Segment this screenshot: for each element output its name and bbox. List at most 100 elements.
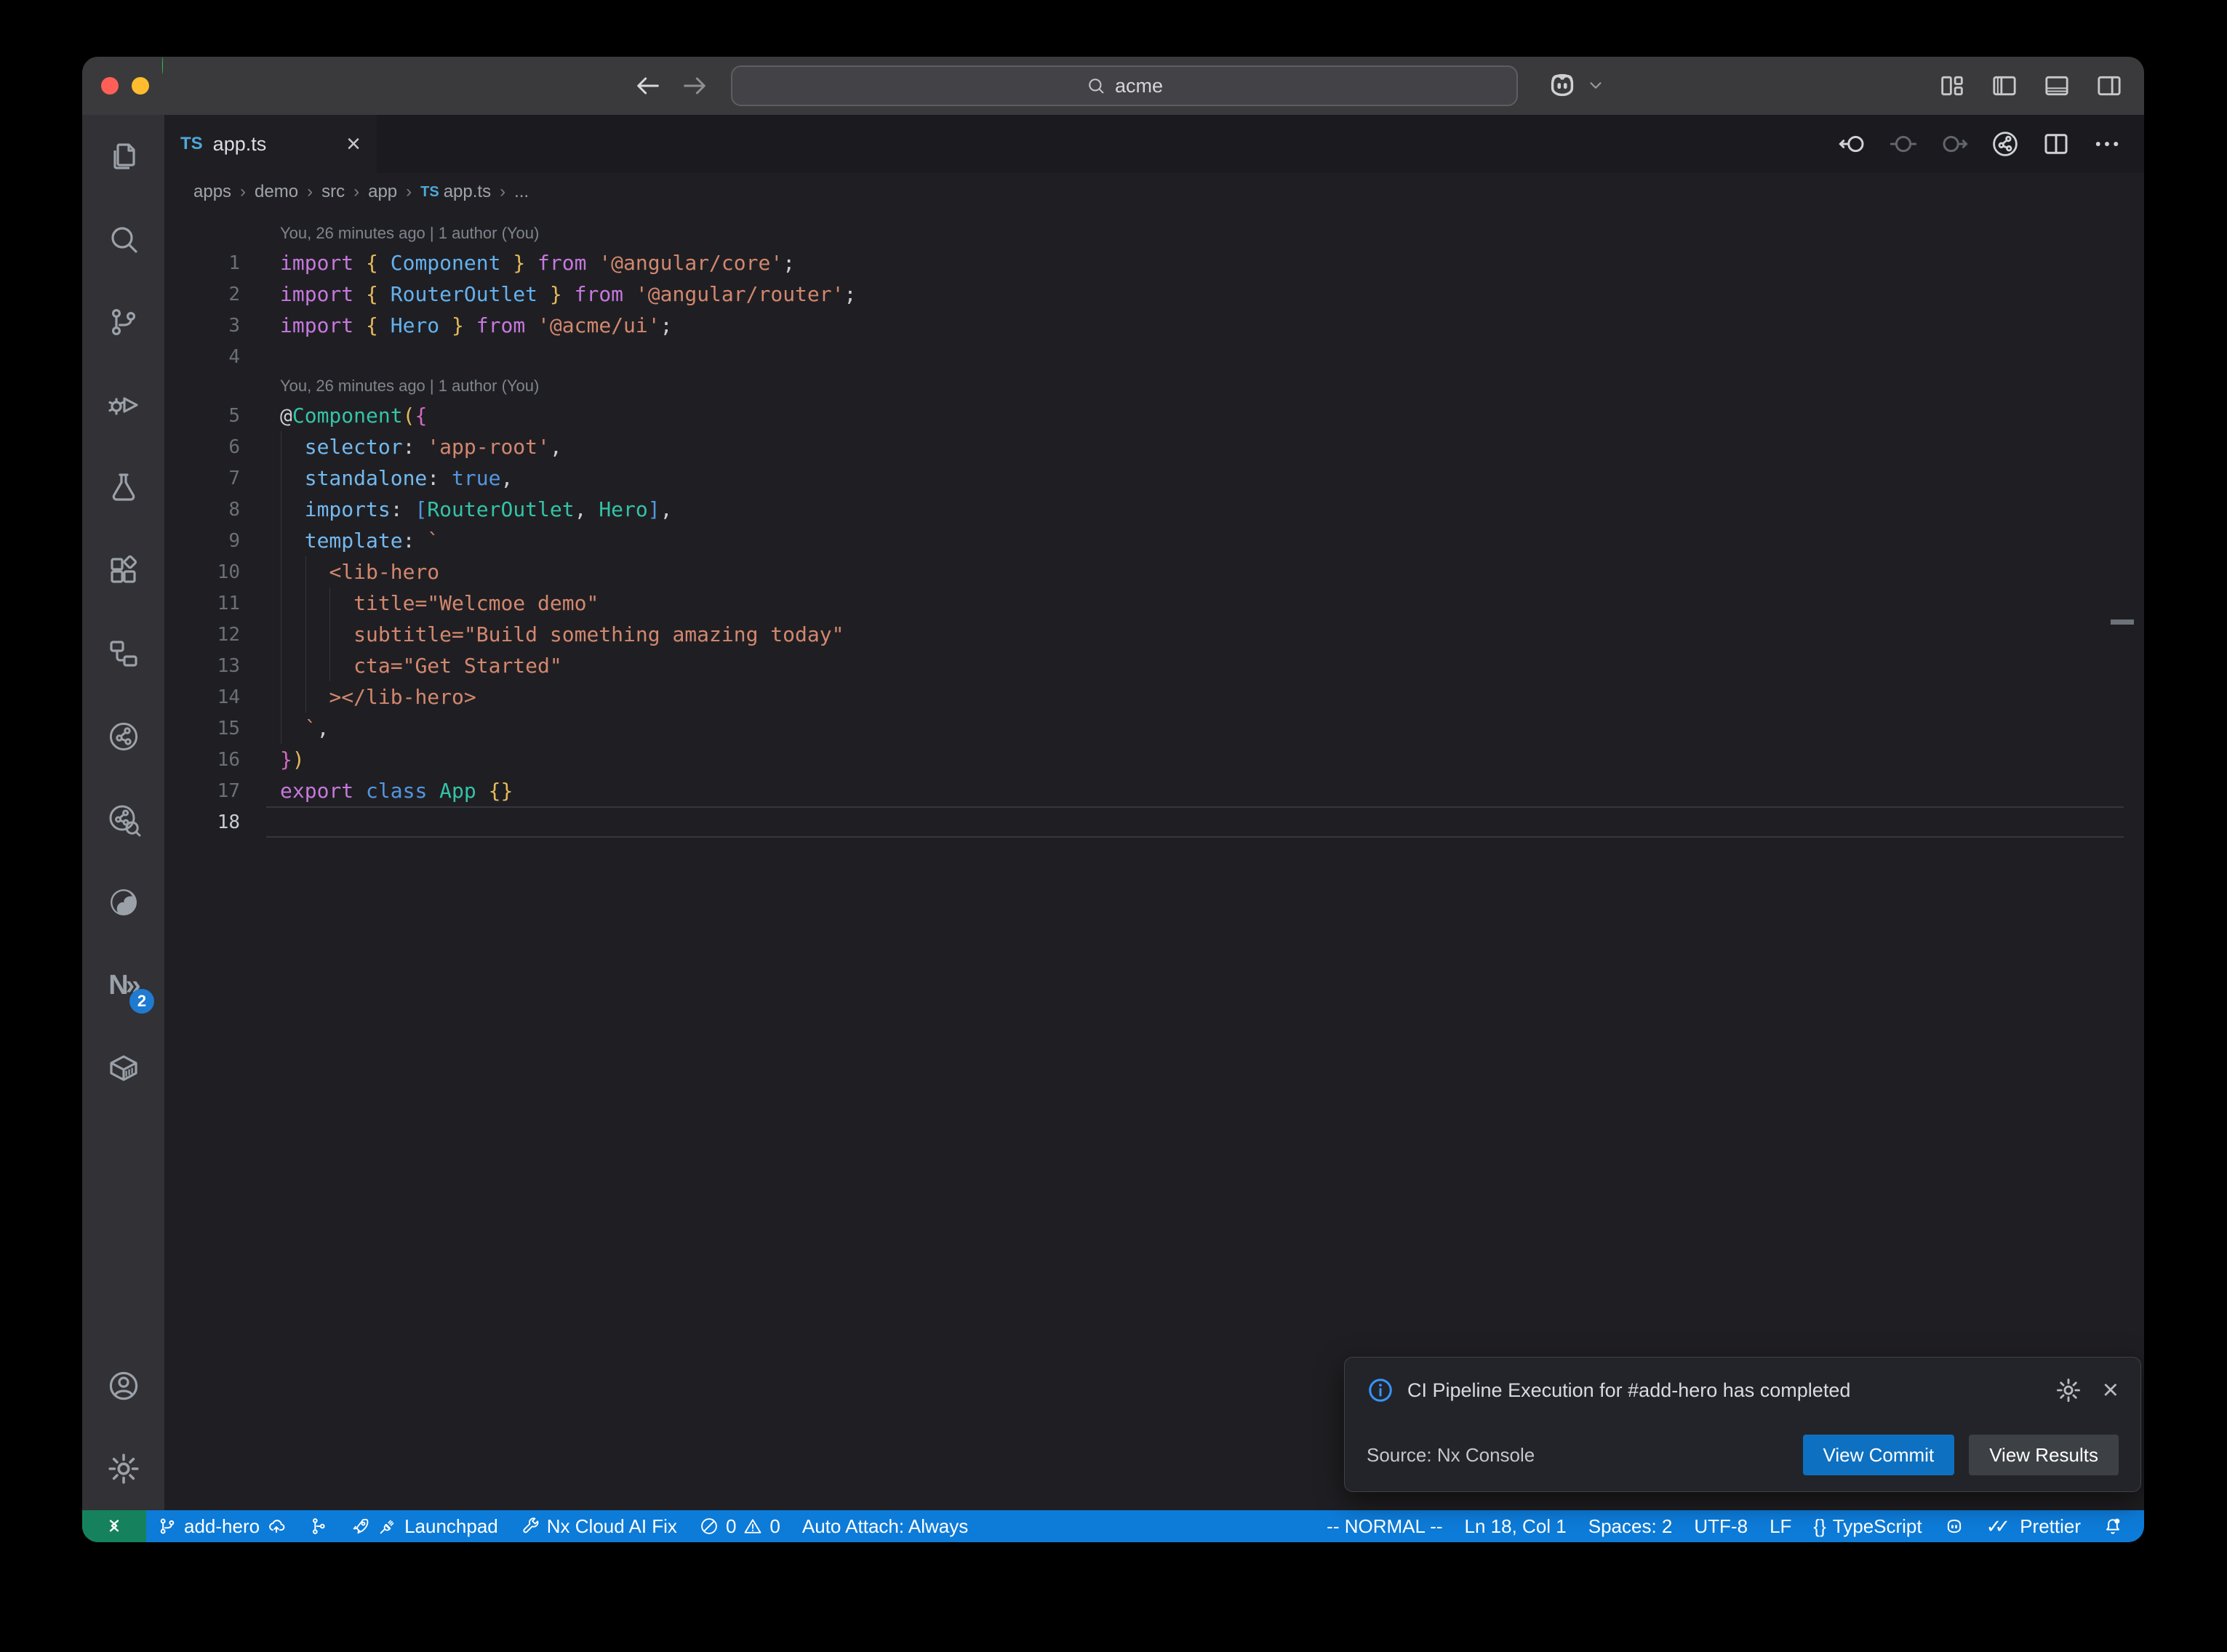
status-problems[interactable]: 0 0: [688, 1510, 791, 1542]
current-change-icon[interactable]: [1888, 129, 1919, 159]
sidebar-item-edge-devtools[interactable]: [82, 861, 164, 944]
navigate-forward-button[interactable]: [680, 71, 709, 100]
status-indentation[interactable]: Spaces: 2: [1578, 1510, 1684, 1542]
bell-icon: [2103, 1516, 2123, 1536]
more-actions-icon[interactable]: [2092, 129, 2122, 159]
command-center-search[interactable]: acme: [731, 65, 1518, 106]
close-window-button[interactable]: [101, 77, 119, 95]
code-line[interactable]: 3import { Hero } from '@acme/ui';: [164, 310, 2144, 341]
code-line[interactable]: 10 <lib-hero: [164, 556, 2144, 588]
breadcrumb-item[interactable]: src: [321, 182, 345, 202]
status-vim-mode[interactable]: -- NORMAL --: [1316, 1510, 1453, 1542]
minimize-window-button[interactable]: [132, 77, 149, 95]
breadcrumb: apps›demo›src›app›TSapp.ts›...: [164, 173, 2144, 211]
status-cursor-position[interactable]: Ln 18, Col 1: [1454, 1510, 1578, 1542]
zoom-window-button[interactable]: [162, 57, 163, 74]
status-notifications[interactable]: [2092, 1510, 2134, 1542]
status-launchpad[interactable]: Launchpad: [340, 1510, 509, 1542]
sidebar-item-testing[interactable]: [82, 446, 164, 529]
sidebar-item-run-debug[interactable]: [82, 364, 164, 446]
sidebar-item-project-graph[interactable]: [82, 695, 164, 778]
sidebar-item-explorer[interactable]: [82, 115, 164, 198]
status-language[interactable]: {} TypeScript: [1802, 1510, 1932, 1542]
warnings-count: 0: [769, 1515, 780, 1538]
remote-indicator[interactable]: [82, 1510, 146, 1542]
breadcrumb-separator: ›: [404, 182, 413, 202]
line-number: 11: [164, 593, 240, 614]
next-change-icon[interactable]: [1939, 129, 1970, 159]
code-line[interactable]: 1import { Component } from '@angular/cor…: [164, 247, 2144, 278]
toggle-primary-sidebar-icon[interactable]: [1990, 71, 2019, 100]
code-line[interactable]: 18: [164, 806, 2144, 838]
nx-graph-icon[interactable]: [1990, 129, 2020, 159]
git-branch-icon: [106, 305, 141, 340]
breadcrumb-item[interactable]: TSapp.ts: [420, 182, 491, 202]
code-line[interactable]: 5@Component({: [164, 400, 2144, 431]
status-copilot[interactable]: [1933, 1510, 1975, 1542]
breadcrumb-item[interactable]: ...: [514, 182, 529, 202]
code-line[interactable]: 14 ></lib-hero>: [164, 681, 2144, 713]
toggle-panel-icon[interactable]: [2042, 71, 2071, 100]
breadcrumb-item[interactable]: demo: [255, 182, 298, 202]
tab-close-icon[interactable]: ×: [346, 132, 361, 156]
sidebar-item-search[interactable]: [82, 198, 164, 281]
split-editor-icon[interactable]: [2041, 129, 2071, 159]
code-line[interactable]: 4: [164, 341, 2144, 372]
sidebar-item-hierarchy[interactable]: [82, 612, 164, 695]
status-scm-sync[interactable]: [297, 1510, 340, 1542]
tab-app-ts[interactable]: TS app.ts ×: [164, 115, 377, 173]
vscode-window: acme: [82, 57, 2144, 1542]
sidebar-item-nx-console[interactable]: N» 2: [82, 944, 164, 1027]
breadcrumb-separator: ›: [239, 182, 247, 202]
copilot-menu-button[interactable]: [1546, 68, 1605, 102]
customize-layout-icon[interactable]: [1938, 71, 1967, 100]
sidebar-item-containers[interactable]: [82, 1027, 164, 1110]
copilot-icon: [1944, 1516, 1964, 1536]
indent-guide: [329, 619, 330, 650]
status-branch[interactable]: add-hero: [146, 1510, 297, 1542]
accounts-button[interactable]: [82, 1344, 164, 1427]
code-line[interactable]: 6 selector: 'app-root',: [164, 431, 2144, 462]
breadcrumb-item[interactable]: apps: [193, 182, 231, 202]
sidebar-item-graph-search[interactable]: [82, 778, 164, 861]
view-results-button[interactable]: View Results: [1969, 1435, 2119, 1475]
code-line[interactable]: 17export class App {}: [164, 775, 2144, 806]
view-commit-button[interactable]: View Commit: [1803, 1435, 1955, 1475]
notification-settings-icon[interactable]: [2055, 1376, 2082, 1404]
settings-button[interactable]: [82, 1427, 164, 1510]
breadcrumb-separator: ›: [498, 182, 507, 202]
code-line[interactable]: 11 title="Welcmoe demo": [164, 588, 2144, 619]
navigate-back-button[interactable]: [633, 71, 663, 100]
code-line[interactable]: 12 subtitle="Build something amazing tod…: [164, 619, 2144, 650]
git-branch-icon: [157, 1516, 177, 1536]
previous-change-icon[interactable]: [1837, 129, 1868, 159]
line-number: 12: [164, 624, 240, 646]
code-line[interactable]: 2import { RouterOutlet } from '@angular/…: [164, 278, 2144, 310]
line-number: 2: [164, 284, 240, 305]
status-eol[interactable]: LF: [1759, 1510, 1802, 1542]
status-encoding[interactable]: UTF-8: [1683, 1510, 1759, 1542]
sidebar-item-extensions[interactable]: [82, 529, 164, 612]
breadcrumb-item[interactable]: app: [368, 182, 397, 202]
status-nx-cloud-fix[interactable]: Nx Cloud AI Fix: [509, 1510, 688, 1542]
rocket-icon: [351, 1516, 371, 1536]
code-line[interactable]: 8 imports: [RouterOutlet, Hero],: [164, 494, 2144, 525]
status-auto-attach[interactable]: Auto Attach: Always: [791, 1510, 979, 1542]
notification-close-icon[interactable]: ×: [2103, 1376, 2119, 1404]
code-line[interactable]: 15 `,: [164, 713, 2144, 744]
encoding-label: UTF-8: [1694, 1515, 1748, 1538]
beaker-icon: [106, 470, 141, 505]
extensions-icon: [106, 553, 141, 588]
info-icon: [1367, 1376, 1394, 1404]
code-line[interactable]: 9 template: `: [164, 525, 2144, 556]
status-prettier[interactable]: ✓✓ Prettier: [1975, 1510, 2092, 1542]
layout-controls: [1938, 71, 2124, 100]
notification-toast: CI Pipeline Execution for #add-hero has …: [1344, 1357, 2141, 1492]
sidebar-item-source-control[interactable]: [82, 281, 164, 364]
code-line[interactable]: 16}): [164, 744, 2144, 775]
toggle-secondary-sidebar-icon[interactable]: [2095, 71, 2124, 100]
code-line[interactable]: 13 cta="Get Started": [164, 650, 2144, 681]
code-editor[interactable]: You, 26 minutes ago | 1 author (You)1imp…: [164, 211, 2144, 1510]
code-line[interactable]: 7 standalone: true,: [164, 462, 2144, 494]
errors-count: 0: [726, 1515, 736, 1538]
